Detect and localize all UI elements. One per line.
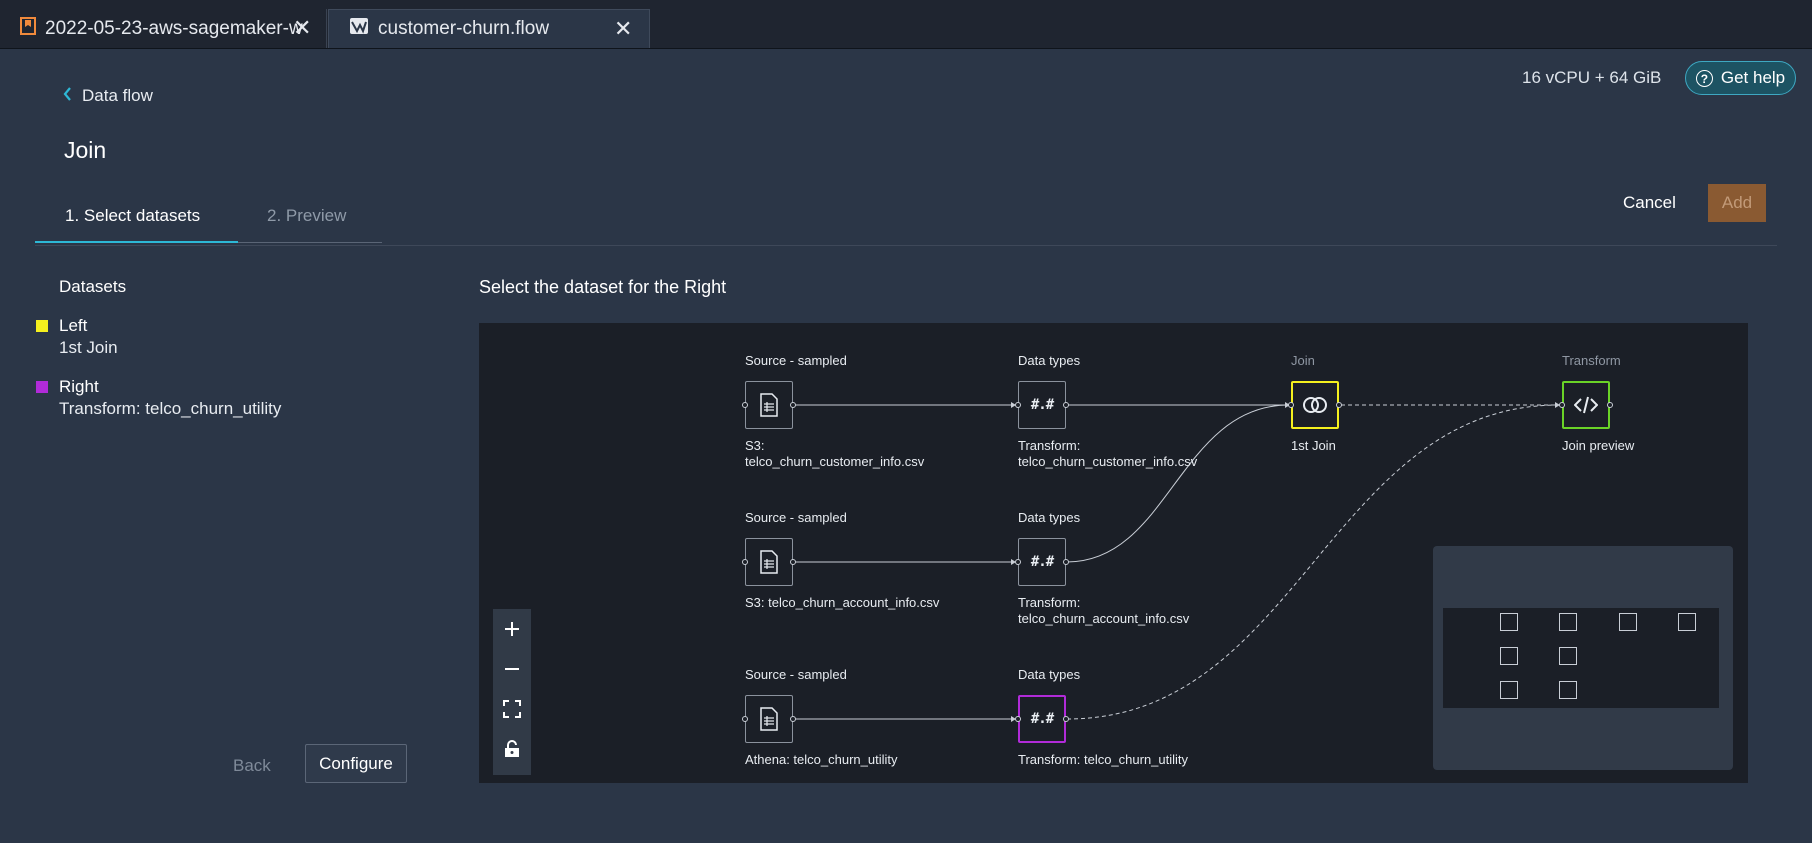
output-port[interactable] — [1336, 402, 1342, 408]
types-caption: Transform: telco_churn_utility — [1018, 752, 1189, 767]
tab-label: 2022-05-23-aws-sagemaker-w — [45, 17, 303, 39]
minimap-node — [1619, 613, 1637, 631]
right-color-swatch — [36, 381, 48, 393]
minimap-node — [1559, 647, 1577, 665]
close-icon[interactable]: ✕ — [614, 18, 632, 40]
data-types-node[interactable]: #.# — [1018, 381, 1066, 429]
add-button[interactable]: Add — [1708, 184, 1766, 222]
flow-icon — [349, 17, 369, 41]
canvas-instruction: Select the dataset for the Right — [479, 277, 727, 297]
zoom-controls — [493, 609, 531, 775]
data-types-node[interactable]: #.# — [1018, 538, 1066, 586]
breadcrumb-back[interactable]: Data flow — [63, 86, 153, 106]
minimap-node — [1500, 647, 1518, 665]
transform-label: Transform — [1562, 353, 1621, 368]
source-caption: S3: telco_churn_customer_info.csv — [745, 438, 925, 469]
minimap-node — [1500, 613, 1518, 631]
left-dataset-value: 1st Join — [59, 338, 118, 357]
right-dataset-value: Transform: telco_churn_utility — [59, 399, 282, 418]
get-help-button[interactable]: ? Get help — [1685, 61, 1796, 95]
types-caption: Transform: telco_churn_account_info.csv — [1018, 595, 1190, 626]
compute-instance-label: 16 vCPU + 64 GiB — [1522, 68, 1662, 87]
zoom-in-icon[interactable] — [493, 609, 531, 649]
tab-label: customer-churn.flow — [378, 18, 550, 39]
left-color-swatch — [36, 320, 48, 332]
flow-canvas[interactable]: Source - sampled S3: telco_churn_custome… — [479, 323, 1748, 783]
zoom-out-icon[interactable] — [493, 649, 531, 689]
fit-view-icon[interactable] — [493, 689, 531, 729]
types-caption: Transform: telco_churn_customer_info.csv — [1018, 438, 1198, 469]
transform-node[interactable] — [1562, 381, 1610, 429]
input-port[interactable] — [742, 559, 748, 565]
breadcrumb-label: Data flow — [82, 86, 153, 105]
source-node[interactable] — [745, 381, 793, 429]
output-port[interactable] — [1063, 559, 1069, 565]
source-caption: Athena: telco_churn_utility — [745, 752, 898, 767]
source-label: Source - sampled — [745, 667, 847, 682]
source-label: Source - sampled — [745, 353, 847, 368]
input-port[interactable] — [1015, 716, 1021, 722]
chevron-left-icon — [63, 86, 72, 106]
input-port[interactable] — [1288, 402, 1294, 408]
edge-types2-join — [1066, 404, 1290, 563]
source-node[interactable] — [745, 695, 793, 743]
unlock-icon[interactable] — [493, 729, 531, 769]
types-label: Data types — [1018, 667, 1081, 682]
minimap-node — [1559, 681, 1577, 699]
code-icon — [1574, 396, 1598, 414]
right-dataset-name: Right — [59, 377, 99, 396]
document-icon — [760, 550, 778, 574]
left-dataset-name: Left — [59, 316, 88, 335]
output-port[interactable] — [1607, 402, 1613, 408]
output-port[interactable] — [790, 402, 796, 408]
back-button[interactable]: Back — [233, 756, 271, 776]
input-port[interactable] — [742, 402, 748, 408]
datasets-heading: Datasets — [59, 277, 127, 296]
minimap-node — [1559, 613, 1577, 631]
tab-flow[interactable]: customer-churn.flow ✕ — [328, 9, 650, 48]
source-label: Source - sampled — [745, 510, 847, 525]
output-port[interactable] — [790, 559, 796, 565]
minimap-viewport — [1443, 608, 1719, 708]
tab-preview[interactable]: 2. Preview — [267, 206, 346, 226]
tab-underline — [238, 242, 382, 243]
data-types-node-selected-right[interactable]: #.# — [1018, 695, 1066, 743]
join-caption: 1st Join — [1291, 438, 1336, 453]
transform-caption: Join preview — [1562, 438, 1635, 453]
divider — [35, 245, 1777, 246]
tab-notebook[interactable]: 2022-05-23-aws-sagemaker-w ✕ — [0, 9, 327, 48]
input-port[interactable] — [742, 716, 748, 722]
join-node[interactable] — [1291, 381, 1339, 429]
document-icon — [760, 707, 778, 731]
join-label: Join — [1291, 353, 1315, 368]
get-help-label: Get help — [1720, 68, 1786, 87]
minimap-node — [1678, 613, 1696, 631]
question-icon: ? — [1695, 69, 1713, 87]
close-icon[interactable]: ✕ — [293, 17, 311, 39]
source-caption: S3: telco_churn_account_info.csv — [745, 595, 940, 610]
output-port[interactable] — [1063, 716, 1069, 722]
tab-select-datasets[interactable]: 1. Select datasets — [65, 206, 200, 226]
cancel-button[interactable]: Cancel — [1623, 193, 1676, 213]
configure-button[interactable]: Configure — [305, 744, 407, 783]
input-port[interactable] — [1559, 402, 1565, 408]
bookmark-icon — [20, 16, 36, 41]
source-node[interactable] — [745, 538, 793, 586]
document-icon — [760, 393, 778, 417]
page-title: Join — [64, 137, 107, 163]
types-label: Data types — [1018, 353, 1081, 368]
input-port[interactable] — [1015, 559, 1021, 565]
join-icon — [1303, 397, 1327, 413]
output-port[interactable] — [1063, 402, 1069, 408]
input-port[interactable] — [1015, 402, 1021, 408]
minimap-node — [1500, 681, 1518, 699]
active-tab-indicator — [35, 241, 238, 243]
minimap[interactable] — [1433, 546, 1733, 770]
output-port[interactable] — [790, 716, 796, 722]
tab-strip: 2022-05-23-aws-sagemaker-w ✕ customer-ch… — [0, 0, 1812, 49]
types-label: Data types — [1018, 510, 1081, 525]
